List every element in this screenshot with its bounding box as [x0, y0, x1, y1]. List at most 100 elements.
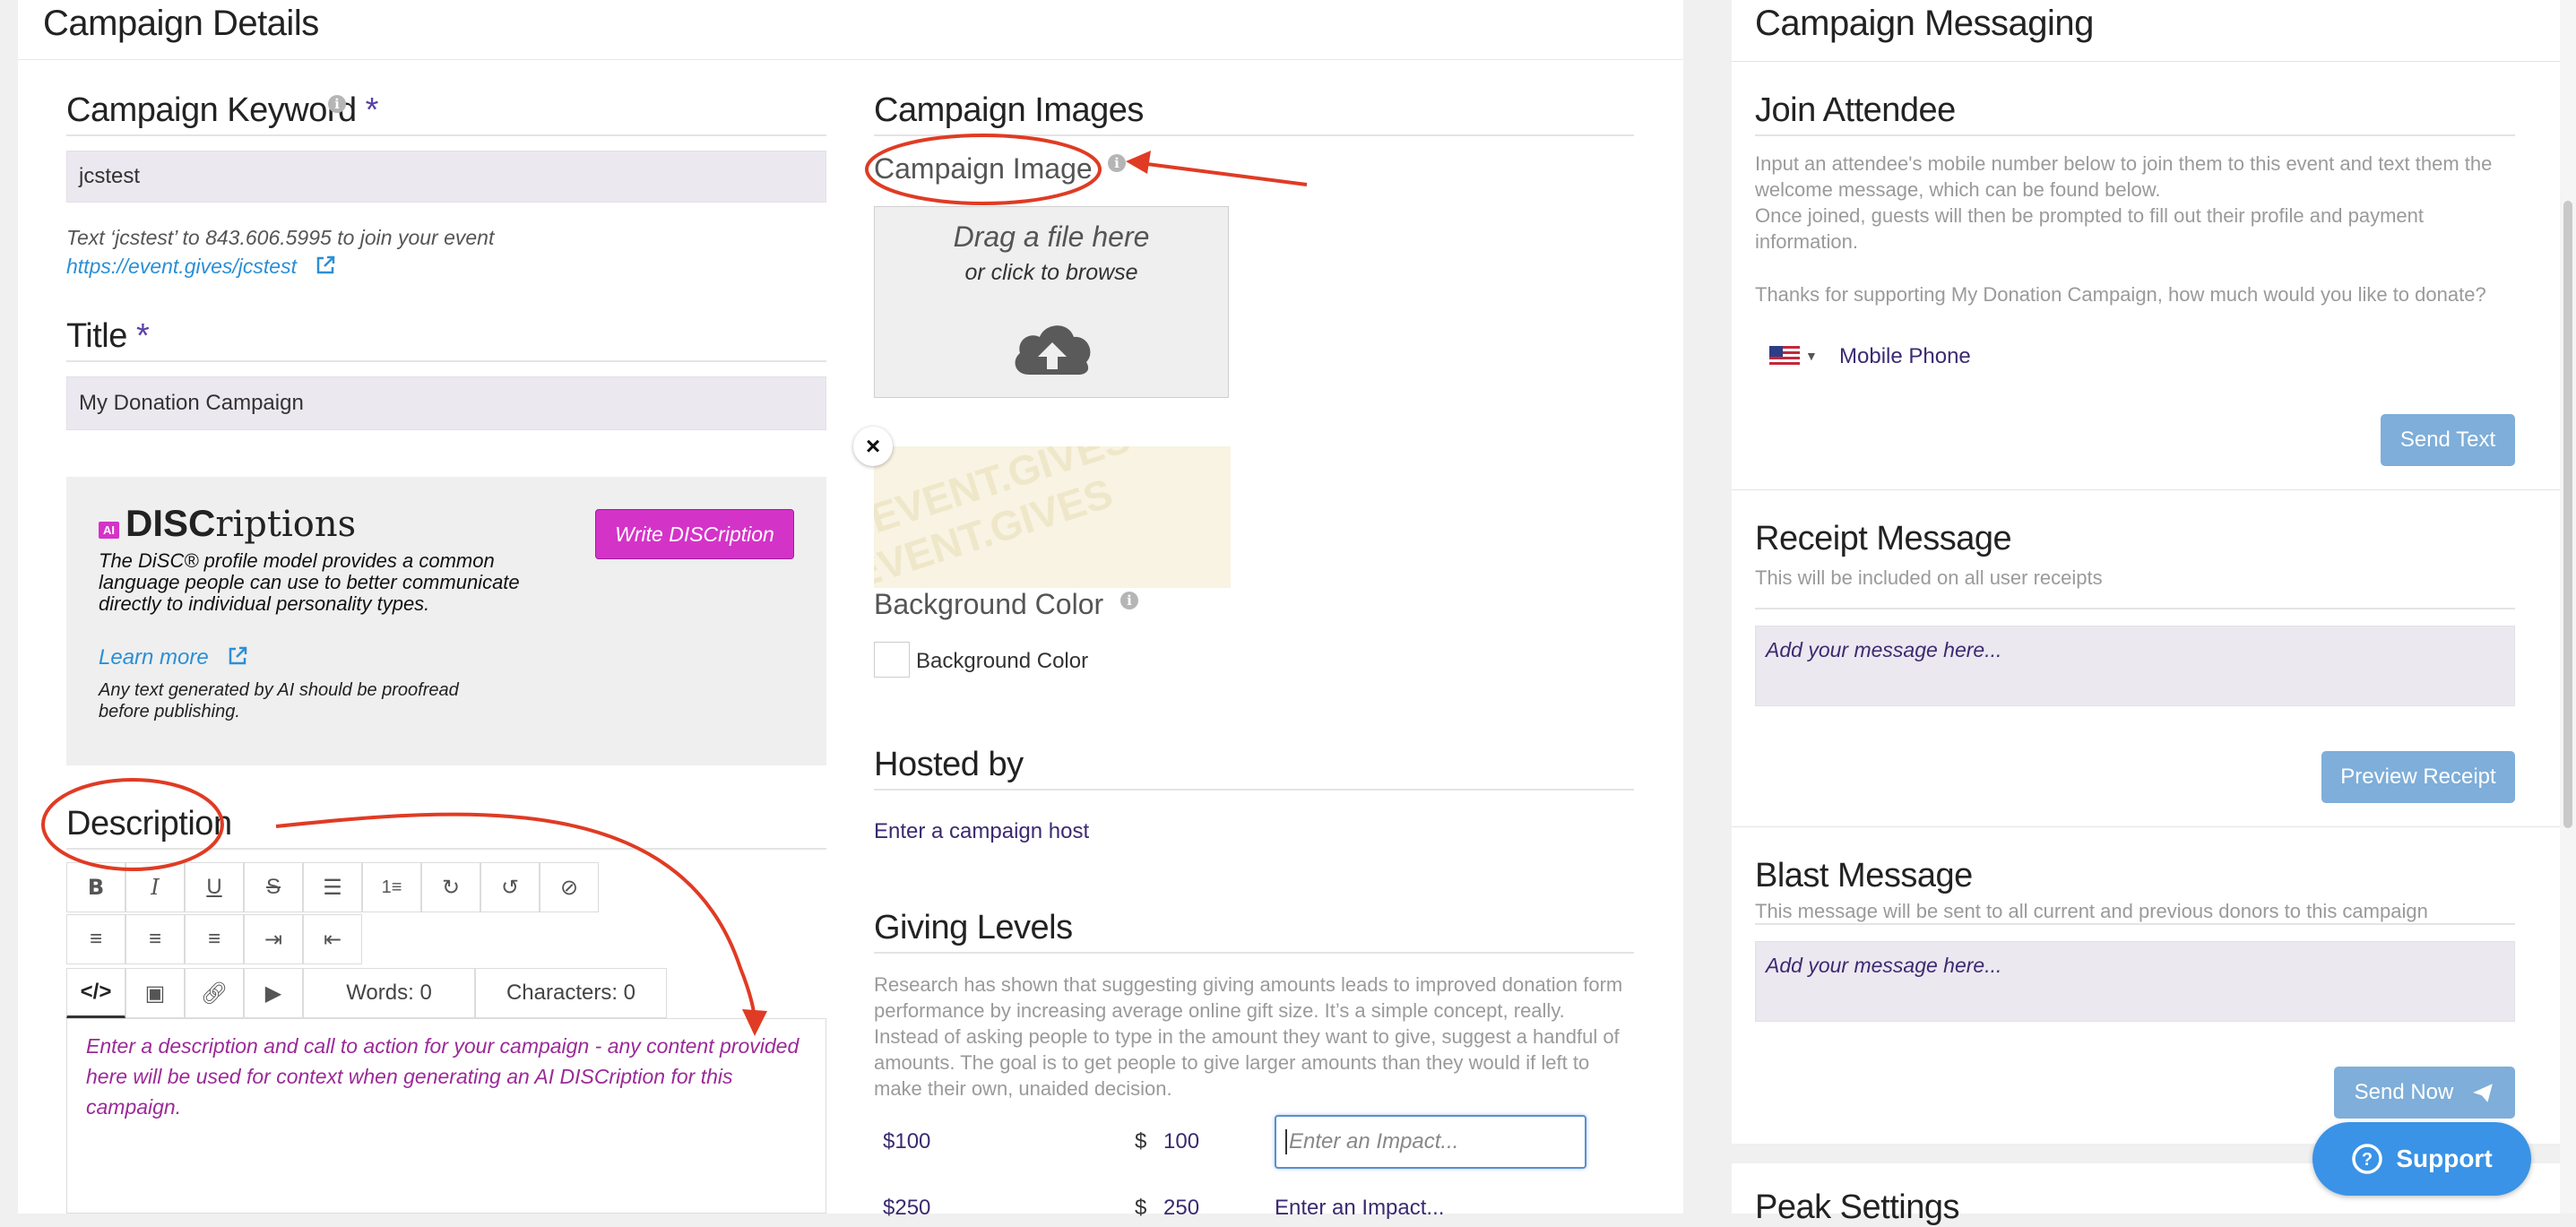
dropzone-line2: or click to browse	[964, 260, 1138, 285]
bold-button[interactable]: B	[66, 862, 125, 912]
external-link-icon	[229, 646, 247, 665]
align-right-button[interactable]: ≡	[185, 914, 244, 964]
scrollbar-thumb[interactable]	[2563, 201, 2572, 828]
peak-settings-title: Peak Settings	[1755, 1188, 1959, 1226]
ai-badge: AI	[99, 522, 119, 539]
remove-image-button[interactable]: ×	[853, 427, 893, 466]
svg-text:?: ?	[2362, 1150, 2373, 1170]
numbered-list-button[interactable]: 1≡	[362, 862, 421, 912]
bold-icon: B	[87, 875, 105, 900]
keyword-link[interactable]: https://event.gives/jcstest	[66, 255, 336, 279]
background-color-checkbox-label: Background Color	[916, 649, 1089, 673]
join-divider	[1755, 134, 2515, 136]
giving-level-amount[interactable]: 100	[1163, 1129, 1199, 1154]
giving-levels-divider	[874, 952, 1634, 954]
redo-button[interactable]: ↻	[421, 862, 480, 912]
blast-message-sub: This message will be sent to all current…	[1755, 900, 2428, 922]
video-icon: ▶	[264, 981, 282, 1006]
image-button[interactable]: ▣	[125, 968, 185, 1018]
title-divider	[66, 360, 826, 362]
description-divider	[66, 848, 826, 850]
background-color-swatch[interactable]	[874, 642, 910, 678]
blast-divider	[1755, 923, 2515, 925]
align-right-icon: ≡	[207, 927, 220, 951]
clear-format-icon: ⊘	[559, 875, 579, 900]
header-divider	[18, 59, 1683, 60]
character-count: Characters: 0	[475, 968, 667, 1018]
images-divider	[874, 134, 1634, 136]
code-view-button[interactable]: </>	[66, 968, 125, 1018]
link-button[interactable]: 🔗︎	[185, 968, 244, 1018]
campaign-image-info-icon[interactable]: i	[1108, 154, 1126, 172]
strikethrough-button[interactable]: S	[244, 862, 303, 912]
discriptions-logo: DISCriptions	[125, 502, 357, 545]
keyword-info-icon[interactable]: i	[328, 95, 346, 113]
indent-button[interactable]: ⇥	[244, 914, 303, 964]
campaign-keyword-input[interactable]	[66, 151, 826, 203]
campaign-keyword-value: jcstest	[79, 164, 141, 188]
title-label: Title *	[66, 317, 150, 355]
keyword-hint: Text ‘jcstest’ to 843.606.5995 to join y…	[66, 226, 495, 249]
strikethrough-icon: S	[265, 875, 281, 899]
video-button[interactable]: ▶	[244, 968, 303, 1018]
align-center-icon: ≡	[148, 927, 161, 951]
giving-level-currency: $	[1135, 1196, 1147, 1220]
background-color-info-icon[interactable]: i	[1120, 592, 1138, 609]
description-placeholder: Enter a description and call to action f…	[86, 1034, 800, 1119]
undo-button[interactable]: ↺	[480, 862, 540, 912]
help-circle-icon: ?	[2352, 1144, 2383, 1174]
blast-message-placeholder: Add your message here...	[1766, 954, 2002, 977]
external-link-icon	[317, 255, 335, 274]
discriptions-description: The DiSC® profile model provides a commo…	[99, 549, 520, 615]
campaign-images-title: Campaign Images	[874, 91, 1144, 129]
blast-message-title: Blast Message	[1755, 857, 1973, 894]
background-color-label: Background Color	[874, 588, 1104, 620]
clear-format-button[interactable]: ⊘	[540, 862, 599, 912]
outdent-button[interactable]: ⇤	[303, 914, 362, 964]
code-view-icon: </>	[80, 980, 112, 1004]
giving-level-currency: $	[1135, 1129, 1147, 1154]
join-attendee-title: Join Attendee	[1755, 91, 1956, 129]
cloud-upload-icon	[1015, 325, 1091, 375]
receipt-divider	[1755, 608, 2515, 609]
messaging-header-divider	[1732, 61, 2560, 62]
numbered-list-icon: 1≡	[381, 877, 402, 897]
italic-icon: I	[151, 875, 160, 900]
italic-button[interactable]: I	[125, 862, 185, 912]
send-text-button[interactable]: Send Text	[2381, 414, 2515, 466]
campaign-details-title: Campaign Details	[43, 4, 319, 43]
link-icon: 🔗︎	[200, 981, 229, 1006]
giving-levels-description: Research has shown that suggesting givin…	[874, 973, 1623, 1100]
receipt-section-end	[1732, 826, 2560, 827]
impact-input[interactable]: Enter an Impact...	[1275, 1196, 1444, 1221]
write-discription-button[interactable]: Write DISCription	[595, 509, 794, 559]
bullet-list-button[interactable]: ☰	[303, 862, 362, 912]
close-icon: ×	[865, 432, 881, 460]
align-left-button[interactable]: ≡	[66, 914, 125, 964]
join-section-end	[1732, 489, 2560, 490]
image-preview: EVENT.GIVES EVENT.GIVES	[874, 446, 1231, 588]
underline-icon: U	[206, 875, 222, 899]
mobile-phone-input[interactable]: Mobile Phone	[1839, 344, 1971, 369]
indent-icon: ⇥	[264, 927, 283, 952]
send-now-button[interactable]: Send Now	[2334, 1067, 2515, 1119]
receipt-message-title: Receipt Message	[1755, 520, 2012, 557]
preview-receipt-button[interactable]: Preview Receipt	[2321, 751, 2515, 803]
hosted-by-divider	[874, 789, 1634, 791]
country-selector[interactable]: ▼	[1769, 346, 1818, 366]
giving-level-amount[interactable]: 250	[1163, 1196, 1199, 1221]
learn-more-link[interactable]: Learn more	[99, 645, 248, 670]
support-button[interactable]: ? Support	[2312, 1122, 2531, 1196]
align-left-icon: ≡	[89, 927, 102, 951]
join-text-3: Thanks for supporting My Donation Campai…	[1755, 283, 2486, 306]
campaign-image-label: Campaign Image	[874, 152, 1093, 185]
join-text-1: Input an attendee's mobile number below …	[1755, 152, 2493, 201]
description-label: Description	[66, 805, 232, 842]
ai-disclaimer: Any text generated by AI should be proof…	[99, 680, 459, 722]
impact-placeholder: Enter an Impact...	[1285, 1129, 1458, 1154]
campaign-host-input[interactable]: Enter a campaign host	[874, 819, 1089, 844]
undo-icon: ↺	[500, 875, 520, 900]
align-center-button[interactable]: ≡	[125, 914, 185, 964]
underline-button[interactable]: U	[185, 862, 244, 912]
keyword-divider	[66, 134, 826, 136]
